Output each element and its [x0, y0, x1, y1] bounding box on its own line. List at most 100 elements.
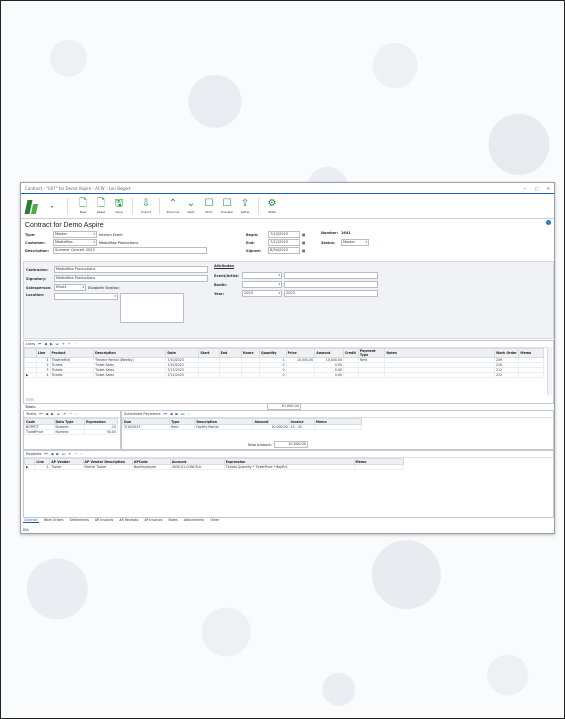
- tab-ap-invoices[interactable]: AP Invoices: [143, 518, 163, 523]
- table-row[interactable]: ▶ 1 Tucker Rachel Tucker NonEmployee 403…: [23, 464, 405, 470]
- details-panel: Contractor: MediaMax Productions Signato…: [23, 261, 554, 339]
- totals-row: Totals: 10,000.00: [25, 403, 301, 410]
- add-term-icon[interactable]: +: [63, 412, 66, 416]
- next-record-icon[interactable]: ▶: [51, 412, 54, 416]
- reset-button[interactable]: 🗋 Reset: [94, 198, 108, 214]
- toolbar: ▾ 🗋 New 🗋 Reset 🖫 Save ⇩ Import ⌃ Previous ⌄ N…: [21, 194, 554, 219]
- last-record-icon[interactable]: ⏭: [56, 342, 59, 346]
- close-icon[interactable]: ✕: [547, 186, 550, 191]
- type-row: Type: Master Interim Event: [25, 231, 123, 238]
- plus-doc-icon: 🗋: [78, 198, 88, 209]
- remove-term-icon[interactable]: −: [69, 412, 72, 416]
- tab-ar-invoices[interactable]: AR Invoices: [94, 518, 114, 523]
- tab-contract[interactable]: Contract: [23, 518, 39, 523]
- subtype-text: Interim Event: [99, 232, 123, 237]
- lines-scrollbar[interactable]: [547, 347, 552, 395]
- bottom-tabs: Contract Work Orders Settlements AR Invo…: [23, 518, 220, 523]
- document-page: Contract - "007" for Demo Aspire - ACW -…: [0, 0, 565, 719]
- last-record-icon[interactable]: ⏭: [181, 412, 184, 416]
- check-icon[interactable]: ✓: [75, 412, 78, 416]
- print-button[interactable]: ☐ Print: [202, 198, 216, 214]
- signed-row: Signed: 6/30/2023 ▦: [246, 247, 306, 254]
- scheduled-payments-table: Due Type Description Amount Invoice Memo…: [121, 418, 363, 430]
- booth-desc: [284, 281, 378, 288]
- settle-button[interactable]: ⇪ Settle: [238, 198, 252, 214]
- payables-table: Line AP Vendor AP Vendor Description APC…: [23, 458, 405, 470]
- scheduled-total: 10,000.00: [274, 441, 308, 448]
- new-button[interactable]: 🗋 New: [76, 198, 90, 214]
- type-select[interactable]: Master: [53, 231, 97, 238]
- last-record-icon[interactable]: ⏭: [62, 452, 65, 456]
- begin-date-input[interactable]: 7/10/2023: [268, 231, 300, 238]
- previous-button[interactable]: ⌃ Previous: [166, 198, 180, 214]
- check-icon[interactable]: ✓: [187, 412, 190, 416]
- logo-dropdown[interactable]: ▾: [45, 204, 59, 209]
- first-record-icon[interactable]: ⏮: [45, 452, 48, 456]
- next-button[interactable]: ⌄ Next: [184, 198, 198, 214]
- import-button[interactable]: ⇩ Import: [139, 198, 153, 214]
- calendar-icon[interactable]: ▦: [302, 241, 305, 245]
- app-logo-icon: [25, 198, 39, 214]
- title-bar: Contract - "007" for Demo Aspire - ACW -…: [21, 183, 554, 194]
- description-row: Description: Summer Concert 2023: [25, 247, 207, 254]
- tab-attachments[interactable]: Attachments: [183, 518, 205, 523]
- calendar-icon[interactable]: ▦: [302, 233, 305, 237]
- year-select[interactable]: 2023: [242, 290, 282, 297]
- end-date-input[interactable]: 7/12/2023: [268, 239, 300, 246]
- lines-hscrollbar[interactable]: [26, 398, 34, 401]
- signed-date-input[interactable]: 6/30/2023: [268, 247, 300, 254]
- calendar-icon[interactable]: ▦: [302, 249, 305, 253]
- table-row[interactable]: 3/10/2023 Rent Facility Rental 10,000.00…: [121, 424, 363, 430]
- event-artist-desc: [284, 272, 378, 279]
- event-artist-select[interactable]: [242, 272, 282, 279]
- first-record-icon[interactable]: ⏮: [39, 412, 42, 416]
- table-row[interactable]: TicketPrice Numeric 50.00: [24, 429, 118, 435]
- check-icon[interactable]: ✓: [80, 452, 83, 456]
- prev-record-icon[interactable]: ◀: [170, 412, 173, 416]
- remove-line-icon[interactable]: −: [68, 342, 71, 346]
- save-button[interactable]: 🖫 Save: [112, 198, 126, 214]
- begin-row: Begin: 7/10/2023 ▦: [246, 231, 306, 238]
- prev-record-icon[interactable]: ◀: [44, 342, 47, 346]
- contract-window: Contract - "007" for Demo Aspire - ACW -…: [20, 182, 555, 534]
- signatory-input[interactable]: MediaMax Productions: [54, 275, 208, 282]
- next-record-icon[interactable]: ▶: [56, 452, 59, 456]
- location-select[interactable]: [54, 293, 118, 300]
- last-record-icon[interactable]: ⏭: [57, 412, 60, 416]
- gear-icon: ⚙: [267, 198, 277, 209]
- first-record-icon[interactable]: ⏮: [164, 412, 167, 416]
- tab-other[interactable]: Other: [209, 518, 220, 523]
- location-detail: [120, 293, 184, 323]
- minimize-icon[interactable]: —: [523, 186, 527, 191]
- next-record-icon[interactable]: ▶: [50, 342, 53, 346]
- customer-select[interactable]: MediaMax: [53, 239, 97, 246]
- description-input[interactable]: Summer Concert 2023: [53, 247, 207, 254]
- contractor-input[interactable]: MediaMax Productions: [54, 266, 208, 273]
- terms-section: Terms ⏮ ◀ ▶ ⏭ + − ✓ Code Data Type Expre…: [23, 410, 121, 450]
- preview-icon: ☐: [222, 198, 232, 209]
- add-line-icon[interactable]: +: [62, 342, 65, 346]
- end-row: End: 7/12/2023 ▦: [246, 239, 306, 246]
- tab-settlements[interactable]: Settlements: [69, 518, 90, 523]
- prev-record-icon[interactable]: ◀: [45, 412, 48, 416]
- status-bar: DIA: [23, 528, 29, 532]
- status-select[interactable]: Master: [341, 239, 369, 246]
- stats-button[interactable]: ⚙ Stats: [265, 198, 279, 214]
- table-row[interactable]: ▶ 4 Tickets Ticket Sales 7/12/2023 0 0.0…: [24, 372, 544, 378]
- booth-select[interactable]: [242, 281, 282, 288]
- tab-ar-receipts[interactable]: AR Receipts: [118, 518, 139, 523]
- salesperson-select[interactable]: Elliott: [54, 284, 86, 291]
- prev-record-icon[interactable]: ◀: [51, 452, 54, 456]
- maximize-icon[interactable]: □: [535, 186, 539, 191]
- tab-work-orders[interactable]: Work Orders: [43, 518, 65, 523]
- current-row-indicator: ▶: [24, 372, 37, 378]
- number-row: Number: 1641: [321, 231, 351, 235]
- preview-button[interactable]: ☐ Preview: [220, 198, 234, 214]
- info-icon[interactable]: i: [546, 220, 551, 225]
- first-record-icon[interactable]: ⏮: [38, 342, 41, 346]
- tab-notes[interactable]: Notes: [168, 518, 179, 523]
- next-record-icon[interactable]: ▶: [175, 412, 178, 416]
- check-icon[interactable]: ✓: [74, 342, 77, 346]
- add-payable-icon[interactable]: +: [68, 452, 71, 456]
- remove-payable-icon[interactable]: −: [74, 452, 77, 456]
